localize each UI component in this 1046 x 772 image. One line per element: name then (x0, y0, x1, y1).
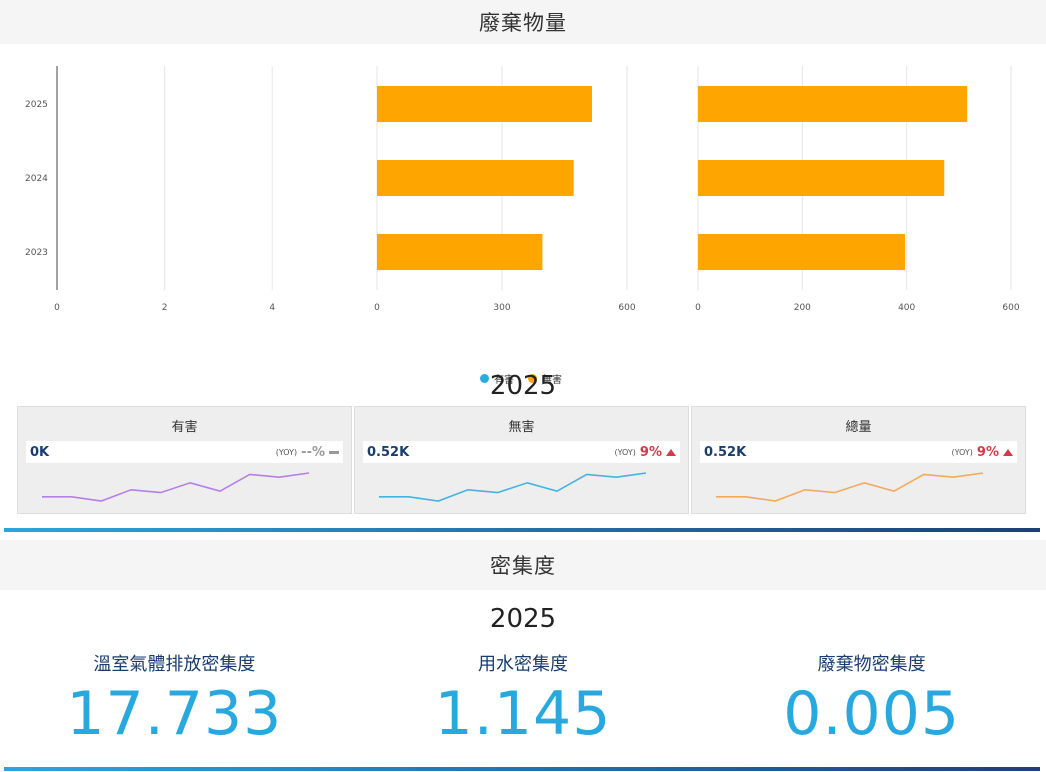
density-value: 1.145 (434, 679, 612, 749)
density-water: 用水密集度 1.145 (349, 650, 698, 746)
kpi-yoy: (YOY) --% (276, 445, 339, 460)
density-section-title: 密集度 (490, 554, 556, 578)
sparkline-path (379, 472, 647, 502)
bar-2025 (698, 86, 968, 122)
kpi-value: 0K (30, 444, 50, 460)
bar-2023 (377, 234, 543, 270)
bar-2025 (377, 86, 592, 122)
sparkline-path (42, 472, 310, 502)
bar-2024 (698, 160, 945, 196)
x-tick-label: 0 (374, 303, 380, 313)
yoy-label: (YOY) (951, 447, 973, 457)
yoy-value: --% (301, 444, 325, 460)
waste-year-title: 2025 (489, 371, 557, 401)
yoy-value: 9% (639, 444, 662, 460)
bar-2024 (377, 160, 574, 196)
x-tick-label: 0 (54, 303, 60, 313)
kpi-value-bar: 0.52K (YOY) 9% (700, 441, 1017, 463)
section-divider (4, 528, 1040, 532)
x-tick-label: 600 (1002, 303, 1019, 313)
x-tick-label: 200 (794, 303, 811, 313)
flat-trend-icon (329, 450, 339, 454)
kpi-value-bar: 0.52K (YOY) 9% (363, 441, 680, 463)
sparkline (42, 472, 310, 502)
kpi-row: 有害 0K (YOY) --% 無害 0.52K (YOY) 9% 總量 0.5… (17, 406, 1026, 514)
kpi-value: 0.52K (367, 444, 410, 460)
sparkline (379, 472, 647, 502)
sparkline-path (716, 472, 984, 502)
y-category-label: 2025 (25, 100, 48, 110)
section-divider (4, 767, 1040, 771)
y-category-label: 2024 (25, 174, 48, 184)
x-tick-label: 300 (493, 303, 510, 313)
density-label: 用水密集度 (478, 654, 568, 675)
kpi-card-total: 總量 0.52K (YOY) 9% (691, 406, 1026, 514)
waste-section-title: 廢棄物量 (479, 11, 567, 35)
x-tick-label: 2 (162, 303, 168, 313)
density-ghg: 溫室氣體排放密集度 17.733 (0, 650, 349, 746)
yoy-label: (YOY) (275, 447, 298, 457)
density-value: 17.733 (66, 679, 283, 749)
kpi-yoy: (YOY) 9% (951, 445, 1013, 460)
kpi-title: 總量 (845, 420, 872, 435)
waste-bar-chart: 0 2 4 0 300 600 0 200 400 600 2025 2024 2023 (25, 66, 1020, 313)
sparkline (716, 472, 984, 502)
density-year-title: 2025 (489, 604, 557, 634)
density-section-header: 密集度 (0, 540, 1046, 590)
y-category-label: 2023 (25, 248, 48, 258)
density-metrics: 溫室氣體排放密集度 17.733 用水密集度 1.145 廢棄物密集度 0.00… (0, 650, 1046, 746)
density-label: 廢棄物密集度 (817, 654, 926, 675)
density-label: 溫室氣體排放密集度 (93, 654, 256, 675)
x-tick-label: 4 (269, 303, 275, 313)
waste-section-header: 廢棄物量 (0, 0, 1046, 44)
up-triangle-icon (666, 448, 676, 456)
bar-2023 (698, 234, 906, 270)
kpi-yoy: (YOY) 9% (614, 445, 676, 460)
x-tick-label: 600 (618, 303, 635, 313)
yoy-label: (YOY) (614, 447, 636, 457)
x-tick-label: 0 (695, 303, 701, 313)
yoy-value: 9% (976, 444, 999, 460)
up-triangle-icon (1003, 448, 1013, 456)
x-tick-label: 400 (898, 303, 915, 313)
kpi-value-bar: 0K (YOY) --% (26, 441, 343, 463)
kpi-value: 0.52K (704, 444, 747, 460)
kpi-card-nonhazardous: 無害 0.52K (YOY) 9% (354, 406, 689, 514)
density-value: 0.005 (783, 679, 961, 749)
kpi-card-hazardous: 有害 0K (YOY) --% (17, 406, 352, 514)
kpi-title: 無害 (508, 420, 535, 435)
kpi-title: 有害 (171, 420, 198, 435)
density-waste: 廢棄物密集度 0.005 (697, 650, 1046, 746)
